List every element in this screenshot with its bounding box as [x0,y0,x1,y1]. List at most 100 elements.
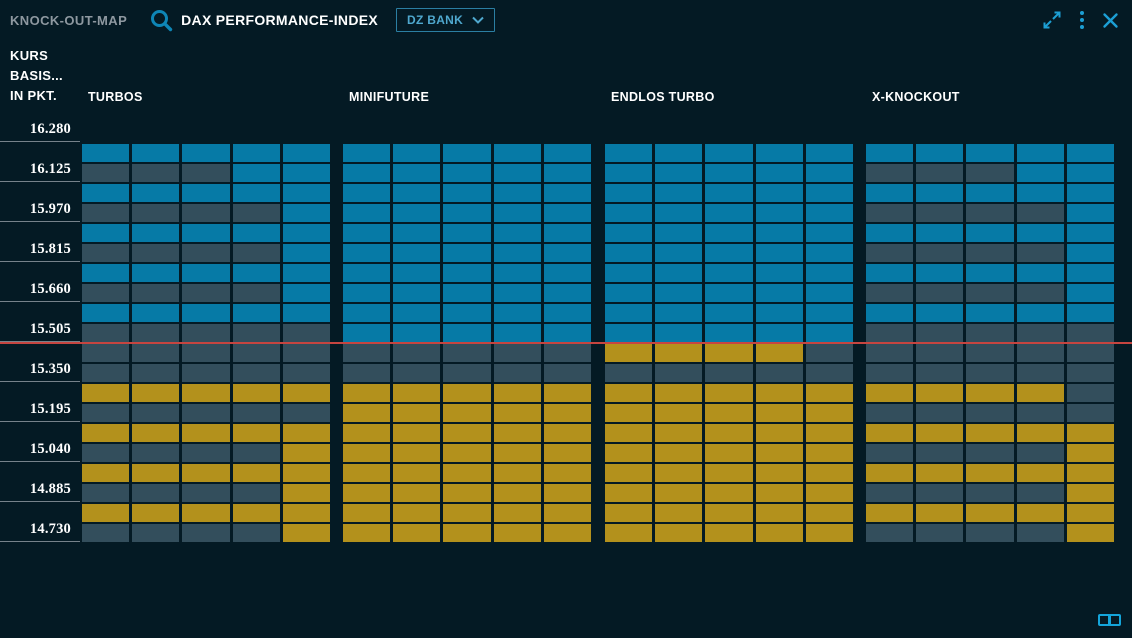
kebab-menu-icon[interactable] [1079,10,1085,30]
heatmap-cell[interactable] [283,224,330,242]
heatmap-cell[interactable] [82,444,129,462]
heatmap-cell[interactable] [1017,484,1064,502]
heatmap-cell[interactable] [756,424,803,442]
heatmap-cell[interactable] [343,424,390,442]
heatmap-cell[interactable] [655,244,702,262]
heatmap-cell[interactable] [544,404,591,422]
heatmap-cell[interactable] [494,504,541,522]
heatmap-cell[interactable] [756,364,803,382]
heatmap-cell[interactable] [393,324,440,342]
heatmap-cell[interactable] [283,144,330,162]
heatmap-cell[interactable] [544,364,591,382]
heatmap-cell[interactable] [655,524,702,542]
heatmap-cell[interactable] [806,244,853,262]
heatmap-cell[interactable] [866,464,913,482]
heatmap-cell[interactable] [343,404,390,422]
heatmap-cell[interactable] [756,344,803,362]
heatmap-cell[interactable] [605,364,652,382]
heatmap-cell[interactable] [966,164,1013,182]
heatmap-cell[interactable] [806,344,853,362]
heatmap-cell[interactable] [605,384,652,402]
heatmap-cell[interactable] [182,524,229,542]
heatmap-cell[interactable] [916,504,963,522]
heatmap-cell[interactable] [132,324,179,342]
heatmap-cell[interactable] [443,504,490,522]
heatmap-cell[interactable] [705,244,752,262]
heatmap-cell[interactable] [343,364,390,382]
heatmap-cell[interactable] [494,264,541,282]
heatmap-cell[interactable] [966,324,1013,342]
heatmap-cell[interactable] [544,284,591,302]
heatmap-cell[interactable] [655,384,702,402]
heatmap-cell[interactable] [705,144,752,162]
heatmap-cell[interactable] [494,324,541,342]
heatmap-cell[interactable] [756,384,803,402]
heatmap-cell[interactable] [705,384,752,402]
heatmap-cell[interactable] [132,364,179,382]
heatmap-cell[interactable] [283,484,330,502]
heatmap-cell[interactable] [82,424,129,442]
heatmap-cell[interactable] [132,204,179,222]
heatmap-cell[interactable] [182,384,229,402]
heatmap-cell[interactable] [82,484,129,502]
heatmap-cell[interactable] [82,404,129,422]
heatmap-cell[interactable] [806,444,853,462]
heatmap-cell[interactable] [544,244,591,262]
heatmap-cell[interactable] [806,224,853,242]
heatmap-cell[interactable] [655,424,702,442]
heatmap-cell[interactable] [494,404,541,422]
heatmap-cell[interactable] [806,424,853,442]
heatmap-cell[interactable] [756,244,803,262]
heatmap-cell[interactable] [494,344,541,362]
heatmap-cell[interactable] [916,204,963,222]
heatmap-cell[interactable] [182,324,229,342]
heatmap-cell[interactable] [705,424,752,442]
heatmap-cell[interactable] [494,204,541,222]
heatmap-cell[interactable] [82,164,129,182]
heatmap-cell[interactable] [705,304,752,322]
heatmap-cell[interactable] [544,424,591,442]
heatmap-cell[interactable] [1017,364,1064,382]
heatmap-cell[interactable] [806,144,853,162]
heatmap-cell[interactable] [1017,304,1064,322]
heatmap-cell[interactable] [132,484,179,502]
heatmap-cell[interactable] [393,464,440,482]
heatmap-cell[interactable] [605,464,652,482]
heatmap-cell[interactable] [605,404,652,422]
heatmap-cell[interactable] [132,444,179,462]
heatmap-cell[interactable] [233,424,280,442]
heatmap-cell[interactable] [132,464,179,482]
heatmap-cell[interactable] [605,224,652,242]
heatmap-cell[interactable] [655,444,702,462]
heatmap-cell[interactable] [756,164,803,182]
heatmap-cell[interactable] [1067,144,1114,162]
heatmap-cell[interactable] [705,464,752,482]
heatmap-cell[interactable] [443,484,490,502]
heatmap-cell[interactable] [916,324,963,342]
heatmap-cell[interactable] [916,364,963,382]
heatmap-cell[interactable] [233,244,280,262]
heatmap-cell[interactable] [443,404,490,422]
heatmap-cell[interactable] [705,224,752,242]
link-icon[interactable] [1098,614,1121,626]
heatmap-cell[interactable] [756,504,803,522]
heatmap-cell[interactable] [756,144,803,162]
heatmap-cell[interactable] [132,264,179,282]
heatmap-cell[interactable] [393,184,440,202]
heatmap-cell[interactable] [233,224,280,242]
heatmap-cell[interactable] [916,184,963,202]
heatmap-cell[interactable] [283,464,330,482]
close-icon[interactable] [1102,12,1119,29]
heatmap-cell[interactable] [1067,164,1114,182]
heatmap-cell[interactable] [1067,264,1114,282]
heatmap-cell[interactable] [393,444,440,462]
heatmap-cell[interactable] [966,344,1013,362]
heatmap-cell[interactable] [233,444,280,462]
heatmap-cell[interactable] [233,144,280,162]
heatmap-cell[interactable] [916,524,963,542]
heatmap-cell[interactable] [916,144,963,162]
heatmap-cell[interactable] [132,284,179,302]
heatmap-cell[interactable] [605,444,652,462]
heatmap-cell[interactable] [343,284,390,302]
heatmap-cell[interactable] [343,324,390,342]
